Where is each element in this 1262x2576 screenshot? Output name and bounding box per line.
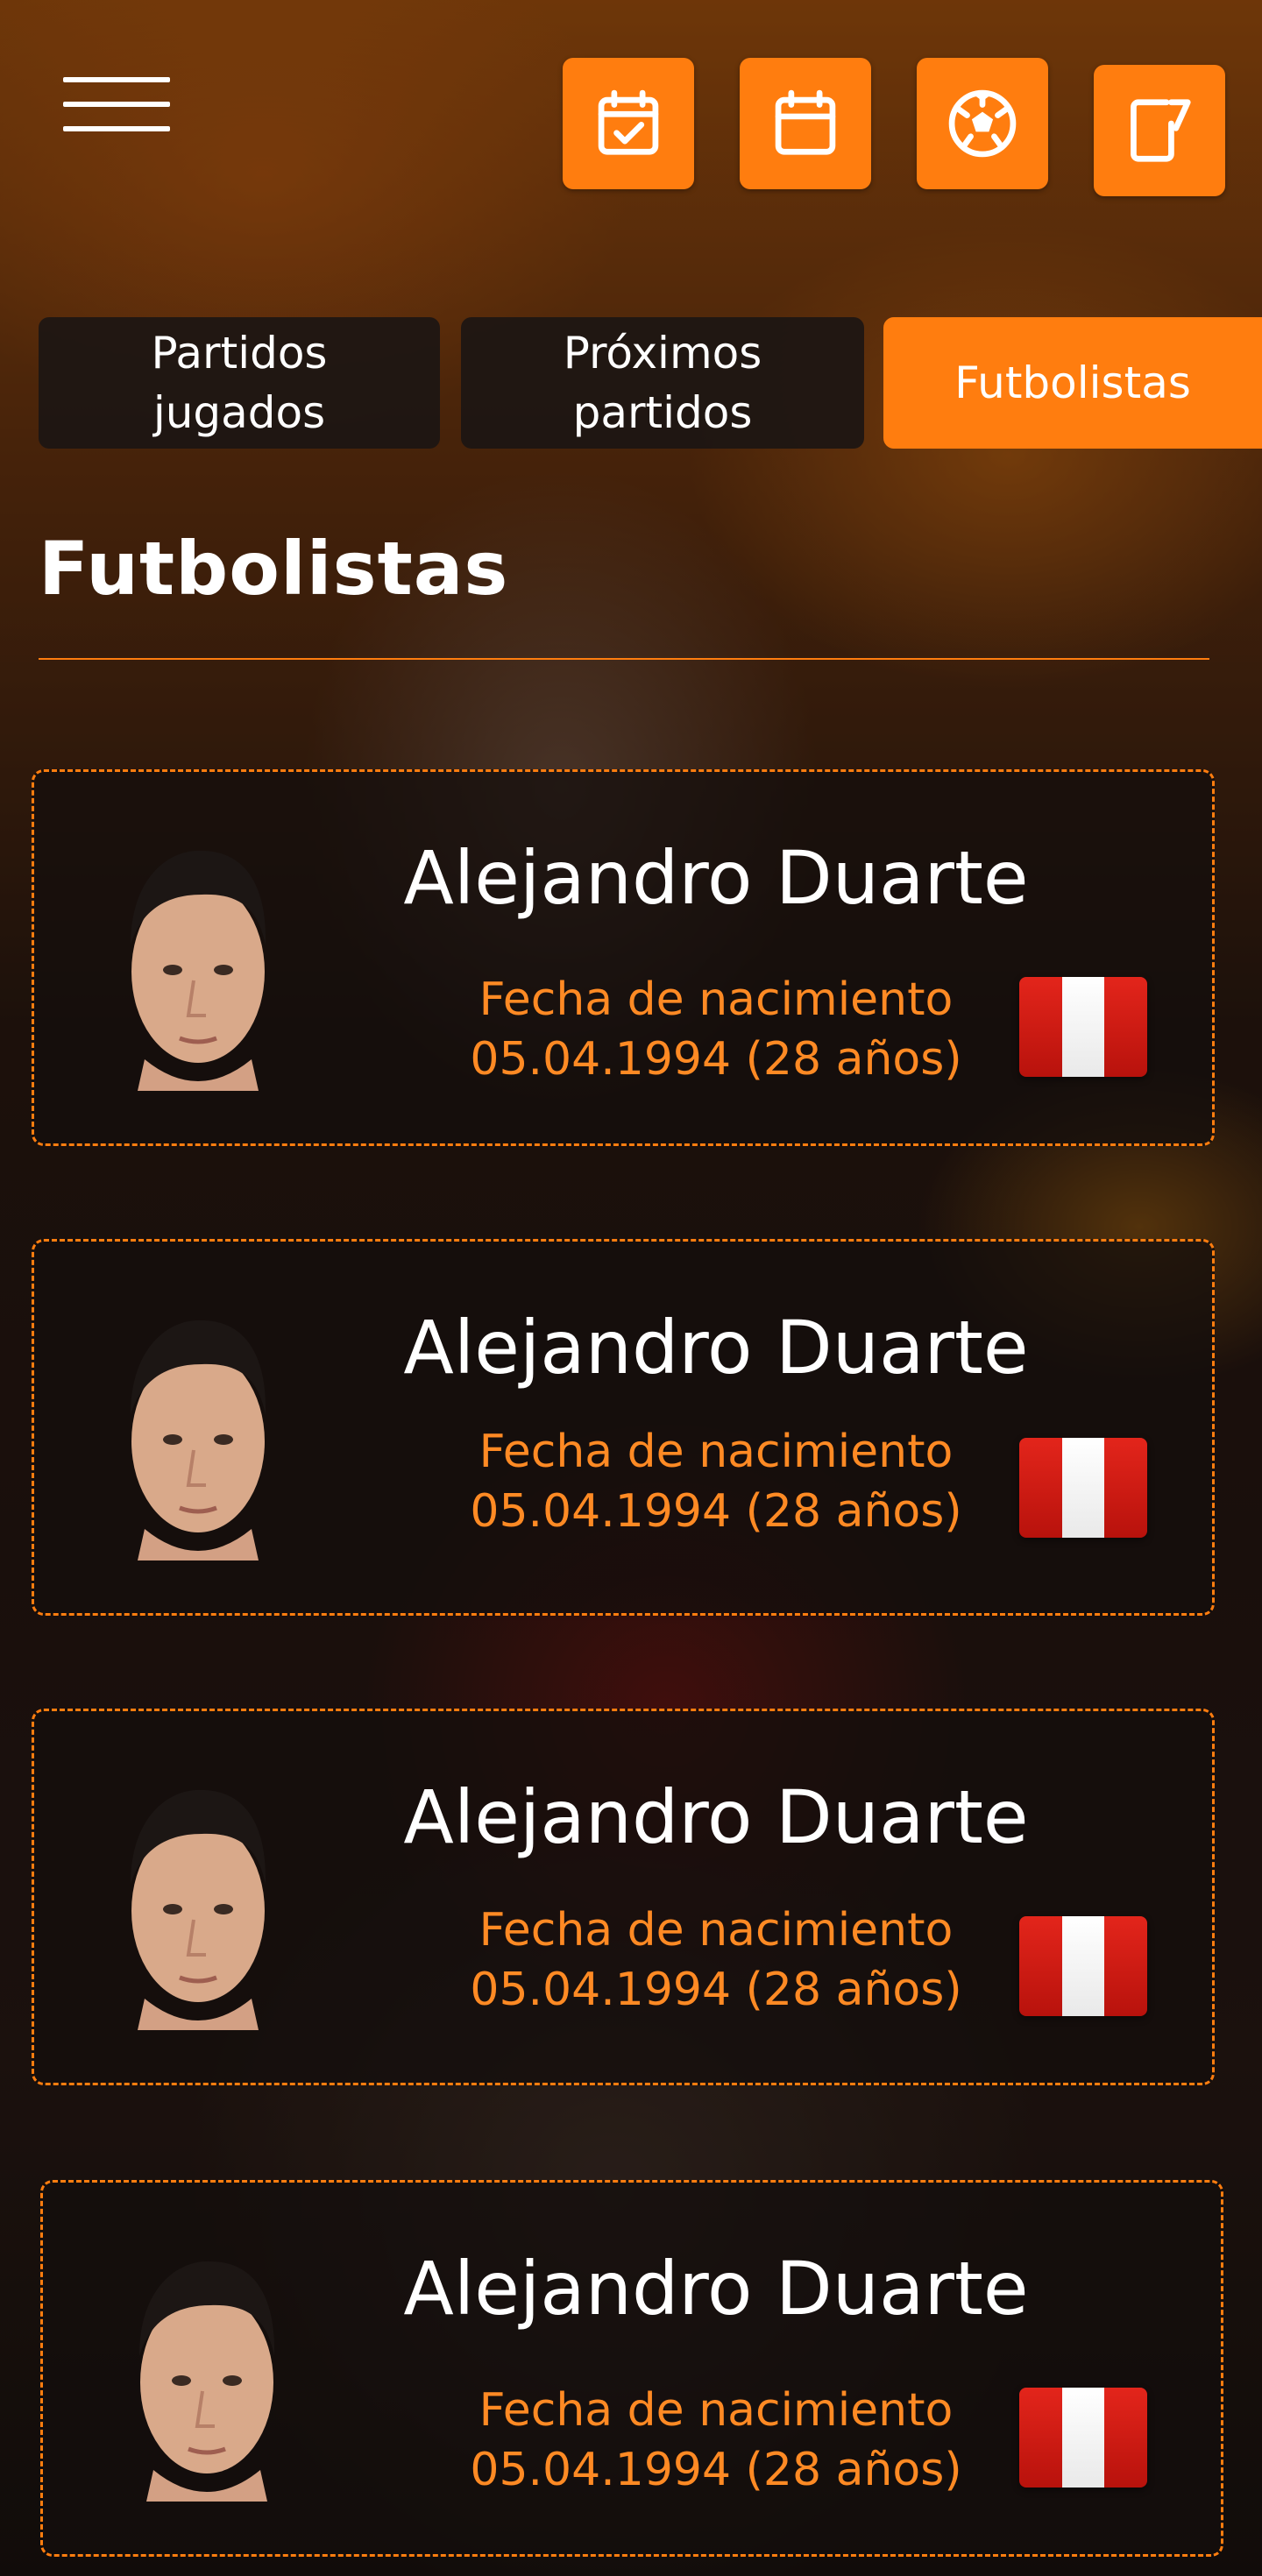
calendar-check-icon — [598, 89, 659, 155]
calendar-check-button[interactable] — [563, 58, 694, 189]
player-name: Alejandro Duarte — [403, 1305, 1029, 1391]
tab-label: Partidos jugados — [151, 328, 328, 438]
edit-note-button[interactable] — [1094, 65, 1225, 196]
player-avatar — [131, 850, 266, 1091]
tab-futbolistas[interactable]: Futbolistas — [883, 317, 1262, 449]
player-card[interactable]: Alejandro Duarte Fecha de nacimiento 05.… — [40, 2180, 1223, 2557]
peru-flag-icon — [1019, 1438, 1147, 1538]
player-avatar — [139, 2261, 275, 2502]
player-card[interactable]: Alejandro Duarte Fecha de nacimiento 05.… — [32, 1239, 1215, 1616]
soccer-ball-icon — [948, 89, 1017, 158]
title-divider — [39, 658, 1209, 660]
peru-flag-icon — [1019, 977, 1147, 1077]
soccer-ball-button[interactable] — [917, 58, 1048, 189]
player-avatar — [131, 1320, 266, 1560]
player-avatar — [131, 1789, 266, 2030]
tab-label: Futbolistas — [954, 357, 1191, 408]
edit-note-icon — [1131, 99, 1191, 162]
birthdate-value: 05.04.1994 (28 años) — [470, 1033, 962, 1086]
menu-line — [63, 102, 170, 107]
hamburger-menu-icon[interactable] — [63, 77, 170, 131]
player-name: Alejandro Duarte — [403, 2246, 1029, 2332]
birthdate-value: 05.04.1994 (28 años) — [470, 1485, 962, 1538]
player-name: Alejandro Duarte — [403, 835, 1029, 921]
birthdate-label: Fecha de nacimiento — [479, 973, 954, 1026]
player-name: Alejandro Duarte — [403, 1774, 1029, 1860]
birthdate-value: 05.04.1994 (28 años) — [470, 2444, 962, 2496]
menu-line — [63, 77, 170, 82]
birthdate-value: 05.04.1994 (28 años) — [470, 1964, 962, 2016]
calendar-button[interactable] — [740, 58, 871, 189]
page-title: Futbolistas — [39, 526, 509, 612]
menu-line — [63, 126, 170, 131]
peru-flag-icon — [1019, 1916, 1147, 2016]
tab-proximos-partidos[interactable]: Próximos partidos — [461, 317, 864, 449]
tab-partidos-jugados[interactable]: Partidos jugados — [39, 317, 440, 449]
player-card[interactable]: Alejandro Duarte Fecha de nacimiento 05.… — [32, 769, 1215, 1146]
birthdate-label: Fecha de nacimiento — [479, 2384, 954, 2437]
birthdate-label: Fecha de nacimiento — [479, 1904, 954, 1957]
player-card[interactable]: Alejandro Duarte Fecha de nacimiento 05.… — [32, 1709, 1215, 2085]
peru-flag-icon — [1019, 2388, 1147, 2488]
birthdate-label: Fecha de nacimiento — [479, 1426, 954, 1478]
tab-label: Próximos partidos — [563, 328, 762, 438]
calendar-icon — [775, 89, 836, 155]
